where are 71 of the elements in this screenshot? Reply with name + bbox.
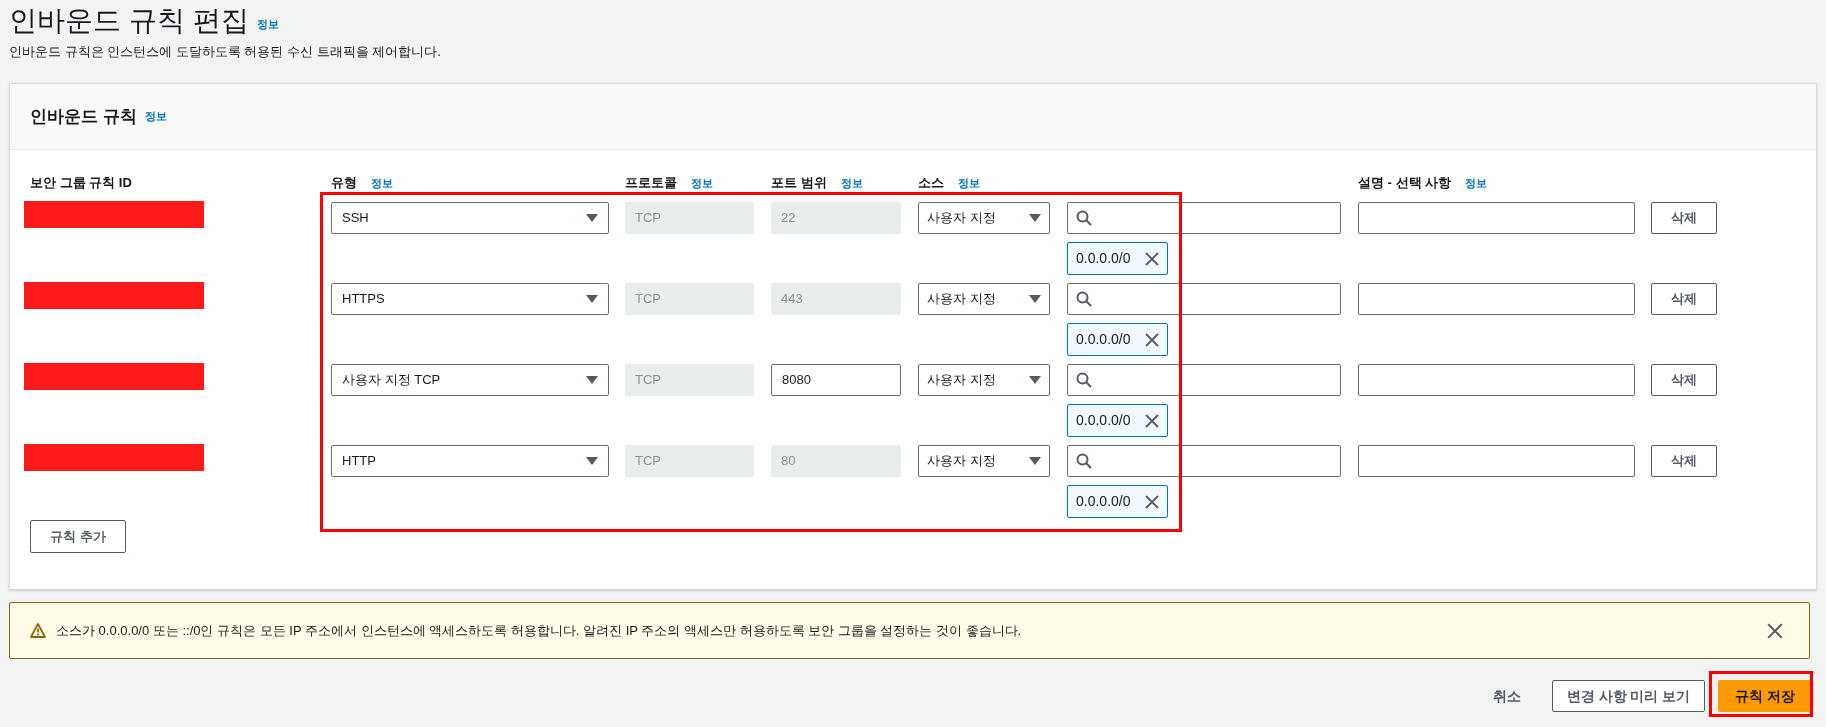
close-icon[interactable] bbox=[1767, 622, 1783, 639]
panel-title: 인바운드 규칙 bbox=[30, 105, 137, 128]
cidr-token: 0.0.0.0/0 bbox=[1067, 323, 1168, 356]
caret-icon bbox=[586, 295, 598, 303]
column-header: 프로토콜 bbox=[625, 174, 677, 193]
cidr-token: 0.0.0.0/0 bbox=[1067, 404, 1168, 437]
info-link[interactable]: 정보 bbox=[958, 174, 980, 192]
close-icon[interactable] bbox=[1145, 413, 1159, 428]
warning-message: 소스가 0.0.0.0/0 또는 ::/0인 규칙은 모든 IP 주소에서 인스턴스에 액세스하도록 허용합니다. 알려진 IP 주소의 액세스만 허용하도록 보안 그룹을 설정하는 것이 좋습니다. bbox=[56, 621, 1023, 640]
protocol-field: TCP bbox=[625, 283, 754, 315]
description-field[interactable] bbox=[1358, 283, 1635, 315]
port-field: 443 bbox=[771, 283, 901, 315]
add-rule-button[interactable]: 규칙 추가 bbox=[30, 520, 126, 553]
close-icon[interactable] bbox=[1145, 494, 1159, 509]
page-description: 인바운드 규칙은 인스턴스에 도달하도록 허용된 수신 트래픽을 제어합니다. bbox=[8, 43, 442, 61]
cancel-button[interactable]: 취소 bbox=[1475, 680, 1539, 712]
column-header: 소스 bbox=[918, 174, 944, 193]
protocol-field: TCP bbox=[625, 364, 754, 396]
caret-icon bbox=[1029, 376, 1041, 384]
caret-icon bbox=[586, 214, 598, 222]
port-field[interactable]: 8080 bbox=[771, 364, 901, 396]
search-icon bbox=[1076, 372, 1092, 388]
caret-icon bbox=[586, 457, 598, 465]
column-header: 포트 범위 bbox=[771, 174, 827, 193]
search-icon bbox=[1076, 453, 1092, 469]
column-header: 유형 bbox=[331, 174, 357, 193]
type-dropdown[interactable]: HTTPS bbox=[331, 283, 609, 315]
column-header: 설명 - 선택 사항 bbox=[1358, 174, 1452, 193]
source-dropdown[interactable]: 사용자 지정 bbox=[918, 364, 1050, 396]
cidr-token: 0.0.0.0/0 bbox=[1067, 242, 1168, 275]
caret-icon bbox=[1029, 214, 1041, 222]
info-link[interactable]: 정보 bbox=[144, 108, 167, 125]
caret-icon bbox=[586, 376, 598, 384]
description-field[interactable] bbox=[1358, 364, 1635, 396]
info-link[interactable]: 정보 bbox=[256, 15, 279, 32]
source-dropdown[interactable]: 사용자 지정 bbox=[918, 283, 1050, 315]
search-icon bbox=[1076, 291, 1092, 307]
info-link[interactable]: 정보 bbox=[691, 174, 713, 192]
source-dropdown[interactable]: 사용자 지정 bbox=[918, 202, 1050, 234]
cidr-token: 0.0.0.0/0 bbox=[1067, 485, 1168, 518]
page-title: 인바운드 규칙 편집 bbox=[9, 4, 249, 38]
caret-icon bbox=[1029, 457, 1041, 465]
protocol-field: TCP bbox=[625, 445, 754, 477]
close-icon[interactable] bbox=[1145, 332, 1159, 347]
type-dropdown[interactable]: 사용자 지정 TCP bbox=[331, 364, 609, 396]
source-dropdown[interactable]: 사용자 지정 bbox=[918, 445, 1050, 477]
delete-button[interactable]: 삭제 bbox=[1651, 364, 1717, 396]
delete-button[interactable]: 삭제 bbox=[1651, 283, 1717, 315]
column-header: 보안 그룹 규칙 ID bbox=[30, 174, 132, 193]
protocol-field: TCP bbox=[625, 202, 754, 234]
search-field[interactable] bbox=[1067, 364, 1341, 396]
info-link[interactable]: 정보 bbox=[1465, 174, 1488, 192]
delete-button[interactable]: 삭제 bbox=[1651, 202, 1717, 234]
info-link[interactable]: 정보 bbox=[840, 174, 863, 192]
search-field[interactable] bbox=[1067, 202, 1341, 234]
preview-changes-button[interactable]: 변경 사항 미리 보기 bbox=[1552, 680, 1705, 712]
search-field[interactable] bbox=[1067, 283, 1341, 315]
save-rules-button[interactable]: 규칙 저장 bbox=[1718, 680, 1812, 712]
warning-icon bbox=[30, 623, 46, 638]
port-field: 22 bbox=[771, 202, 901, 234]
close-icon[interactable] bbox=[1145, 251, 1159, 266]
type-dropdown[interactable]: SSH bbox=[331, 202, 609, 234]
search-field[interactable] bbox=[1067, 445, 1341, 477]
type-dropdown[interactable]: HTTP bbox=[331, 445, 609, 477]
caret-icon bbox=[1029, 295, 1041, 303]
description-field[interactable] bbox=[1358, 202, 1635, 234]
description-field[interactable] bbox=[1358, 445, 1635, 477]
port-field: 80 bbox=[771, 445, 901, 477]
delete-button[interactable]: 삭제 bbox=[1651, 445, 1717, 477]
info-link[interactable]: 정보 bbox=[371, 174, 393, 192]
search-icon bbox=[1076, 210, 1092, 226]
